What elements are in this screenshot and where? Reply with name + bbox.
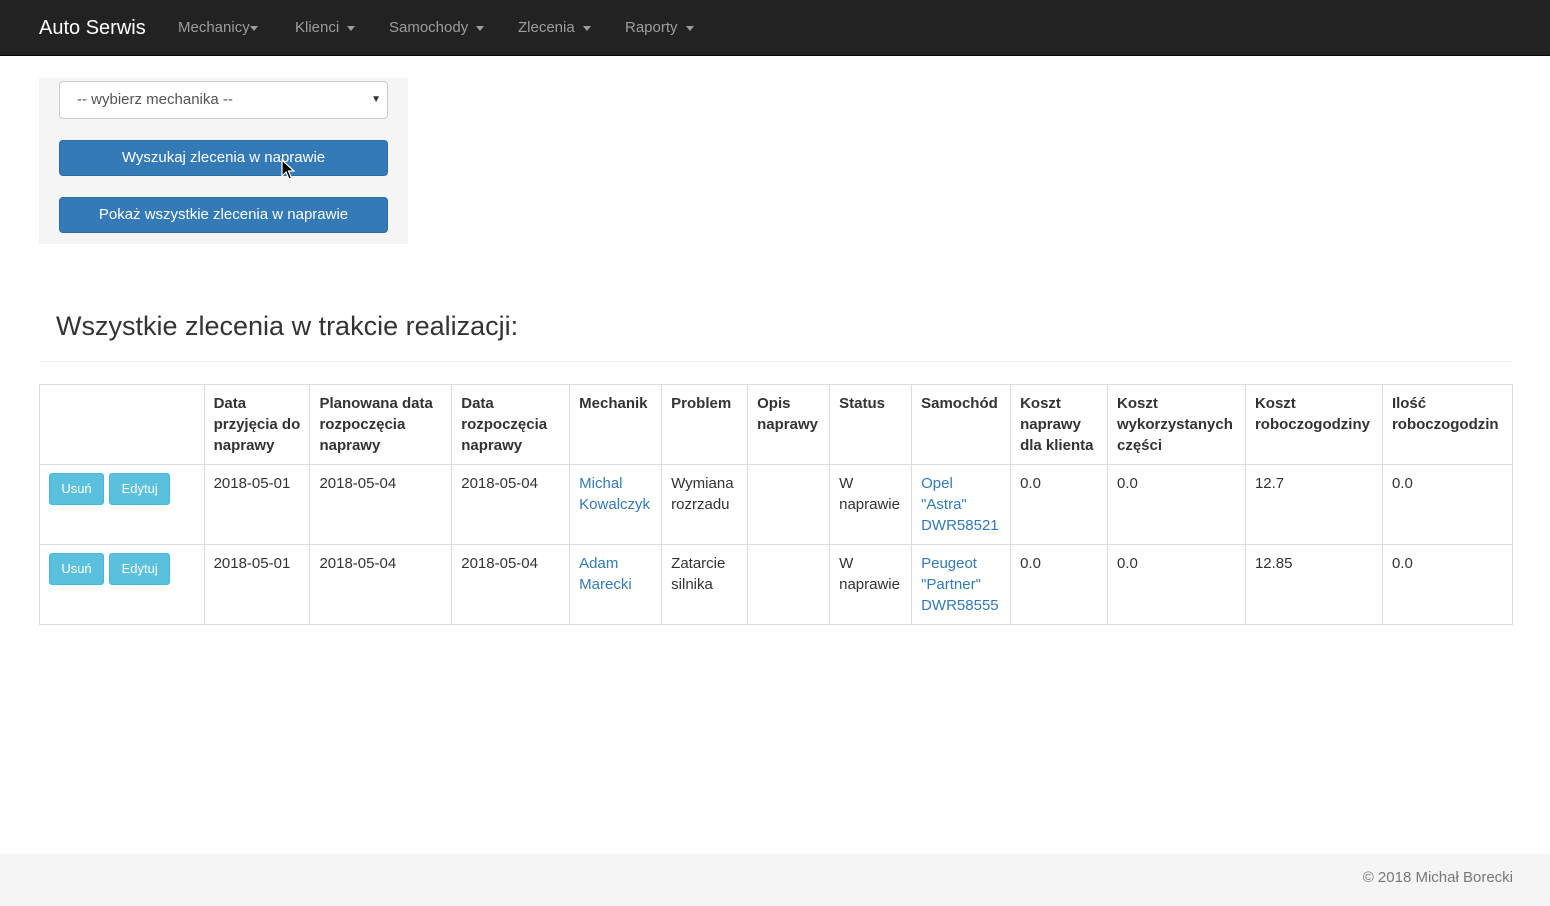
nav-label: Samochody: [389, 19, 469, 36]
nav-samochody[interactable]: Samochody: [389, 0, 485, 56]
cell-received: 2018-05-01: [203, 464, 311, 545]
column-header-status: Status: [829, 384, 913, 465]
column-header-problem: Problem: [661, 384, 749, 465]
cell-received: 2018-05-01: [203, 544, 311, 625]
delete-button[interactable]: Usuń: [49, 553, 104, 585]
car-link[interactable]: Opel "Astra" DWR58521: [921, 475, 999, 534]
cell-car: Peugeot "Partner" DWR58555: [911, 544, 1012, 625]
cell-description: [747, 544, 831, 625]
cell-status: W naprawie: [829, 464, 913, 545]
cell-hour-cost: 12.85: [1244, 544, 1383, 625]
cell-hours: 0.0: [1381, 544, 1514, 625]
cell-start: 2018-05-04: [451, 464, 571, 545]
nav-raporty[interactable]: Raporty: [625, 0, 694, 56]
cell-hours: 0.0: [1381, 464, 1514, 545]
search-orders-button[interactable]: Wyszukaj zlecenia w naprawie: [59, 140, 388, 176]
mechanic-select[interactable]: -- wybierz mechanika -- ▼: [59, 81, 388, 119]
column-header-mechanic: Mechanik: [569, 384, 663, 465]
mechanic-select-value: -- wybierz mechanika --: [77, 91, 233, 108]
nav-klienci[interactable]: Klienci: [295, 0, 356, 56]
brand-link[interactable]: Auto Serwis: [39, 0, 146, 56]
cell-parts-cost: 0.0: [1106, 464, 1246, 545]
footer: © 2018 Michał Borecki: [0, 854, 1550, 906]
column-header-received: Data przyjęcia do naprawy: [203, 384, 311, 465]
column-header-client-cost: Koszt naprawy dla klienta: [1010, 384, 1108, 465]
search-panel: -- wybierz mechanika -- ▼ Wyszukaj zlece…: [39, 78, 408, 244]
nav-label: Mechanicy: [178, 19, 250, 36]
column-header-hour-cost: Koszt roboczogodziny: [1244, 384, 1383, 465]
column-header-parts-cost: Koszt wykorzystanych części: [1106, 384, 1246, 465]
cell-start: 2018-05-04: [451, 544, 571, 625]
navbar: Auto Serwis Mechanicy Klienci Samochody …: [0, 0, 1550, 56]
caret-down-icon: [582, 25, 591, 31]
caret-down-icon: [685, 25, 694, 31]
table-header-row: Data przyjęcia do naprawy Planowana data…: [39, 384, 1514, 465]
nav-mechanicy[interactable]: Mechanicy: [178, 0, 258, 56]
cell-planned-start: 2018-05-04: [309, 544, 453, 625]
cell-description: [747, 464, 831, 545]
table-row: Usuń Edytuj 2018-05-01 2018-05-04 2018-0…: [39, 544, 1514, 625]
mechanic-link[interactable]: Adam Marecki: [579, 555, 632, 593]
cell-mechanic: Adam Marecki: [569, 544, 663, 625]
cell-status: W naprawie: [829, 544, 913, 625]
cell-hour-cost: 12.7: [1244, 464, 1383, 545]
column-header-actions: [39, 384, 205, 465]
table-row: Usuń Edytuj 2018-05-01 2018-05-04 2018-0…: [39, 464, 1514, 545]
cell-problem: Zatarcie silnika: [661, 544, 749, 625]
page-title: Wszystkie zlecenia w trakcie realizacji:: [56, 311, 519, 341]
cell-car: Opel "Astra" DWR58521: [911, 464, 1012, 545]
column-header-planned-start: Planowana data rozpoczęcia naprawy: [309, 384, 453, 465]
edit-button[interactable]: Edytuj: [109, 553, 171, 585]
divider: [39, 361, 1513, 362]
cell-client-cost: 0.0: [1010, 464, 1108, 545]
caret-down-icon: [476, 25, 485, 31]
cell-client-cost: 0.0: [1010, 544, 1108, 625]
copyright-text: © 2018 Michał Borecki: [1362, 869, 1513, 886]
column-header-start: Data rozpoczęcia naprawy: [451, 384, 571, 465]
column-header-description: Opis naprawy: [747, 384, 831, 465]
mechanic-link[interactable]: Michal Kowalczyk: [579, 475, 650, 513]
cell-planned-start: 2018-05-04: [309, 464, 453, 545]
row-actions: Usuń Edytuj: [39, 464, 205, 545]
nav-zlecenia[interactable]: Zlecenia: [518, 0, 591, 56]
delete-button[interactable]: Usuń: [49, 473, 104, 505]
cell-problem: Wymiana rozrzadu: [661, 464, 749, 545]
orders-table: Data przyjęcia do naprawy Planowana data…: [39, 384, 1514, 625]
caret-down-icon: [249, 25, 258, 31]
car-link[interactable]: Peugeot "Partner" DWR58555: [921, 555, 999, 614]
column-header-hours: Ilość roboczogodzin: [1381, 384, 1514, 465]
cell-mechanic: Michal Kowalczyk: [569, 464, 663, 545]
cell-parts-cost: 0.0: [1106, 544, 1246, 625]
nav-label: Klienci: [295, 19, 340, 36]
edit-button[interactable]: Edytuj: [109, 473, 171, 505]
caret-down-icon: [347, 25, 356, 31]
column-header-car: Samochód: [911, 384, 1012, 465]
nav-label: Raporty: [625, 19, 678, 36]
mouse-cursor-icon: [281, 159, 295, 180]
show-all-orders-button[interactable]: Pokaż wszystkie zlecenia w naprawie: [59, 197, 388, 233]
dropdown-arrow-icon: ▼: [371, 94, 381, 105]
nav-label: Zlecenia: [518, 19, 575, 36]
row-actions: Usuń Edytuj: [39, 544, 205, 625]
